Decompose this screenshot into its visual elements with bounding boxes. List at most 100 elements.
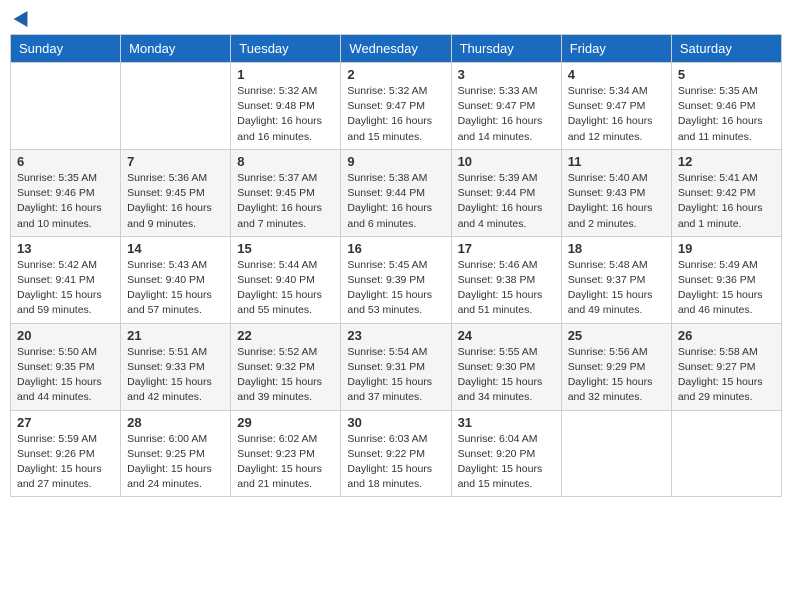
- day-info: Sunrise: 5:48 AM Sunset: 9:37 PM Dayligh…: [568, 258, 665, 319]
- calendar-week-row: 1 Sunrise: 5:32 AM Sunset: 9:48 PM Daylig…: [11, 63, 782, 150]
- calendar-cell: 2 Sunrise: 5:32 AM Sunset: 9:47 PM Daylig…: [341, 63, 451, 150]
- calendar-cell: 23 Sunrise: 5:54 AM Sunset: 9:31 PM Dayli…: [341, 323, 451, 410]
- day-number: 23: [347, 328, 444, 343]
- calendar-cell: 30 Sunrise: 6:03 AM Sunset: 9:22 PM Dayli…: [341, 410, 451, 497]
- column-header-sunday: Sunday: [11, 35, 121, 63]
- calendar-cell: 3 Sunrise: 5:33 AM Sunset: 9:47 PM Daylig…: [451, 63, 561, 150]
- calendar-cell: 31 Sunrise: 6:04 AM Sunset: 9:20 PM Dayli…: [451, 410, 561, 497]
- calendar-header-row: SundayMondayTuesdayWednesdayThursdayFrid…: [11, 35, 782, 63]
- calendar-cell: 12Sunrise: 5:41 AM Sunset: 9:42 PM Dayli…: [671, 149, 781, 236]
- day-number: 22: [237, 328, 334, 343]
- day-info: Sunrise: 5:32 AM Sunset: 9:48 PM Dayligh…: [237, 84, 334, 145]
- day-number: 31: [458, 415, 555, 430]
- calendar-week-row: 27Sunrise: 5:59 AM Sunset: 9:26 PM Dayli…: [11, 410, 782, 497]
- day-info: Sunrise: 5:35 AM Sunset: 9:46 PM Dayligh…: [678, 84, 775, 145]
- day-info: Sunrise: 5:59 AM Sunset: 9:26 PM Dayligh…: [17, 432, 114, 493]
- column-header-monday: Monday: [121, 35, 231, 63]
- day-number: 18: [568, 241, 665, 256]
- calendar-cell: 27Sunrise: 5:59 AM Sunset: 9:26 PM Dayli…: [11, 410, 121, 497]
- day-info: Sunrise: 5:43 AM Sunset: 9:40 PM Dayligh…: [127, 258, 224, 319]
- column-header-saturday: Saturday: [671, 35, 781, 63]
- day-info: Sunrise: 5:40 AM Sunset: 9:43 PM Dayligh…: [568, 171, 665, 232]
- day-number: 8: [237, 154, 334, 169]
- column-header-friday: Friday: [561, 35, 671, 63]
- day-number: 17: [458, 241, 555, 256]
- calendar-cell: [561, 410, 671, 497]
- calendar-cell: 20 Sunrise: 5:50 AM Sunset: 9:35 PM Dayli…: [11, 323, 121, 410]
- page-header: [10, 10, 782, 26]
- day-number: 11: [568, 154, 665, 169]
- day-info: Sunrise: 5:58 AM Sunset: 9:27 PM Dayligh…: [678, 345, 775, 406]
- day-number: 14: [127, 241, 224, 256]
- calendar-cell: [121, 63, 231, 150]
- day-info: Sunrise: 5:38 AM Sunset: 9:44 PM Dayligh…: [347, 171, 444, 232]
- column-header-thursday: Thursday: [451, 35, 561, 63]
- day-number: 20: [17, 328, 114, 343]
- calendar-cell: 9 Sunrise: 5:38 AM Sunset: 9:44 PM Daylig…: [341, 149, 451, 236]
- calendar-cell: 5 Sunrise: 5:35 AM Sunset: 9:46 PM Daylig…: [671, 63, 781, 150]
- calendar-cell: 15Sunrise: 5:44 AM Sunset: 9:40 PM Dayli…: [231, 236, 341, 323]
- day-info: Sunrise: 5:54 AM Sunset: 9:31 PM Dayligh…: [347, 345, 444, 406]
- calendar-cell: 17 Sunrise: 5:46 AM Sunset: 9:38 PM Dayli…: [451, 236, 561, 323]
- day-number: 4: [568, 67, 665, 82]
- day-number: 5: [678, 67, 775, 82]
- day-number: 16: [347, 241, 444, 256]
- calendar-cell: 6 Sunrise: 5:35 AM Sunset: 9:46 PM Daylig…: [11, 149, 121, 236]
- calendar-table: SundayMondayTuesdayWednesdayThursdayFrid…: [10, 34, 782, 497]
- calendar-cell: 22 Sunrise: 5:52 AM Sunset: 9:32 PM Dayli…: [231, 323, 341, 410]
- day-info: Sunrise: 5:32 AM Sunset: 9:47 PM Dayligh…: [347, 84, 444, 145]
- day-number: 10: [458, 154, 555, 169]
- calendar-cell: 8 Sunrise: 5:37 AM Sunset: 9:45 PM Daylig…: [231, 149, 341, 236]
- day-info: Sunrise: 5:45 AM Sunset: 9:39 PM Dayligh…: [347, 258, 444, 319]
- day-number: 21: [127, 328, 224, 343]
- day-info: Sunrise: 5:39 AM Sunset: 9:44 PM Dayligh…: [458, 171, 555, 232]
- calendar-cell: 25 Sunrise: 5:56 AM Sunset: 9:29 PM Dayli…: [561, 323, 671, 410]
- day-number: 30: [347, 415, 444, 430]
- column-header-wednesday: Wednesday: [341, 35, 451, 63]
- day-number: 3: [458, 67, 555, 82]
- calendar-cell: 13Sunrise: 5:42 AM Sunset: 9:41 PM Dayli…: [11, 236, 121, 323]
- day-info: Sunrise: 6:04 AM Sunset: 9:20 PM Dayligh…: [458, 432, 555, 493]
- day-info: Sunrise: 5:36 AM Sunset: 9:45 PM Dayligh…: [127, 171, 224, 232]
- day-info: Sunrise: 6:03 AM Sunset: 9:22 PM Dayligh…: [347, 432, 444, 493]
- logo: [14, 10, 32, 26]
- calendar-cell: 1 Sunrise: 5:32 AM Sunset: 9:48 PM Daylig…: [231, 63, 341, 150]
- column-header-tuesday: Tuesday: [231, 35, 341, 63]
- day-number: 19: [678, 241, 775, 256]
- day-info: Sunrise: 5:34 AM Sunset: 9:47 PM Dayligh…: [568, 84, 665, 145]
- day-number: 24: [458, 328, 555, 343]
- calendar-cell: [671, 410, 781, 497]
- calendar-cell: 28 Sunrise: 6:00 AM Sunset: 9:25 PM Dayli…: [121, 410, 231, 497]
- day-info: Sunrise: 5:46 AM Sunset: 9:38 PM Dayligh…: [458, 258, 555, 319]
- calendar-week-row: 13Sunrise: 5:42 AM Sunset: 9:41 PM Dayli…: [11, 236, 782, 323]
- day-info: Sunrise: 5:35 AM Sunset: 9:46 PM Dayligh…: [17, 171, 114, 232]
- day-number: 25: [568, 328, 665, 343]
- day-info: Sunrise: 5:33 AM Sunset: 9:47 PM Dayligh…: [458, 84, 555, 145]
- calendar-cell: 26 Sunrise: 5:58 AM Sunset: 9:27 PM Dayli…: [671, 323, 781, 410]
- calendar-cell: 7Sunrise: 5:36 AM Sunset: 9:45 PM Daylig…: [121, 149, 231, 236]
- day-number: 28: [127, 415, 224, 430]
- day-number: 6: [17, 154, 114, 169]
- calendar-cell: 29Sunrise: 6:02 AM Sunset: 9:23 PM Dayli…: [231, 410, 341, 497]
- day-info: Sunrise: 5:52 AM Sunset: 9:32 PM Dayligh…: [237, 345, 334, 406]
- day-info: Sunrise: 5:50 AM Sunset: 9:35 PM Dayligh…: [17, 345, 114, 406]
- day-info: Sunrise: 5:55 AM Sunset: 9:30 PM Dayligh…: [458, 345, 555, 406]
- day-number: 1: [237, 67, 334, 82]
- day-number: 13: [17, 241, 114, 256]
- day-info: Sunrise: 5:56 AM Sunset: 9:29 PM Dayligh…: [568, 345, 665, 406]
- day-number: 15: [237, 241, 334, 256]
- day-number: 2: [347, 67, 444, 82]
- calendar-cell: 21 Sunrise: 5:51 AM Sunset: 9:33 PM Dayli…: [121, 323, 231, 410]
- day-info: Sunrise: 5:49 AM Sunset: 9:36 PM Dayligh…: [678, 258, 775, 319]
- day-info: Sunrise: 5:37 AM Sunset: 9:45 PM Dayligh…: [237, 171, 334, 232]
- day-number: 12: [678, 154, 775, 169]
- calendar-cell: 24 Sunrise: 5:55 AM Sunset: 9:30 PM Dayli…: [451, 323, 561, 410]
- calendar-cell: 14 Sunrise: 5:43 AM Sunset: 9:40 PM Dayli…: [121, 236, 231, 323]
- day-info: Sunrise: 6:02 AM Sunset: 9:23 PM Dayligh…: [237, 432, 334, 493]
- day-info: Sunrise: 6:00 AM Sunset: 9:25 PM Dayligh…: [127, 432, 224, 493]
- day-number: 26: [678, 328, 775, 343]
- calendar-week-row: 20 Sunrise: 5:50 AM Sunset: 9:35 PM Dayli…: [11, 323, 782, 410]
- day-info: Sunrise: 5:51 AM Sunset: 9:33 PM Dayligh…: [127, 345, 224, 406]
- day-number: 9: [347, 154, 444, 169]
- calendar-cell: 4 Sunrise: 5:34 AM Sunset: 9:47 PM Daylig…: [561, 63, 671, 150]
